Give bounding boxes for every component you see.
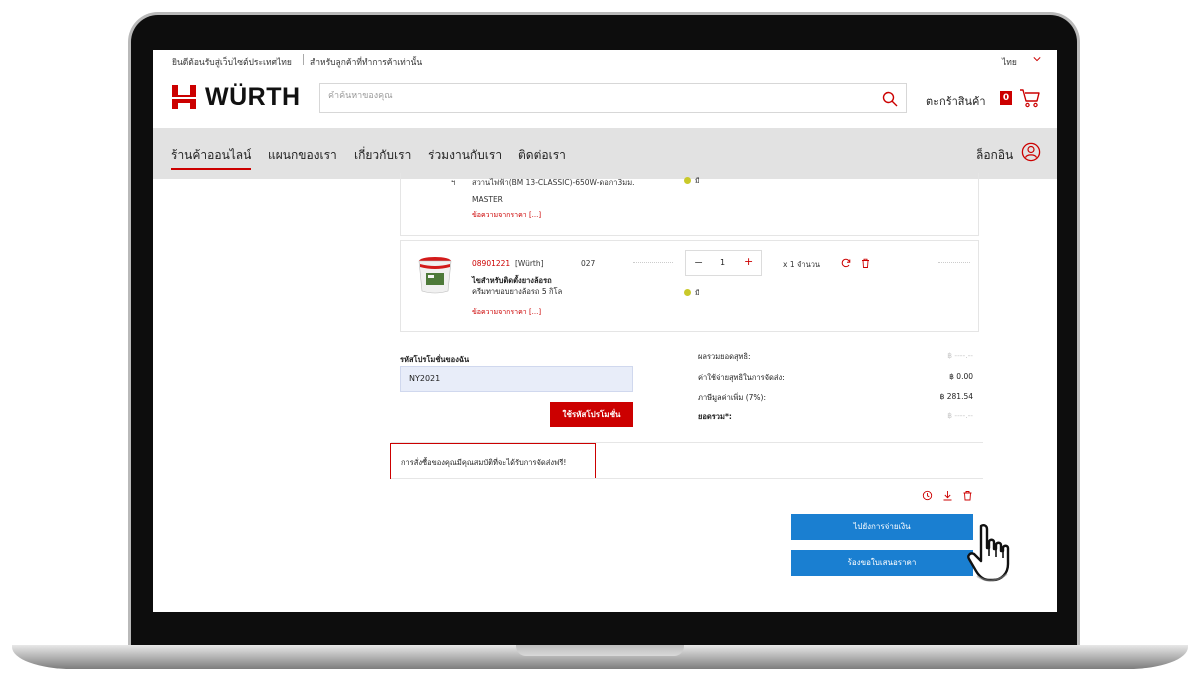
placeholder-dashes bbox=[938, 262, 970, 263]
summary-net-label: ผลรวมยอดสุทธิ: bbox=[698, 352, 751, 361]
download-icon[interactable] bbox=[942, 490, 953, 501]
availability-label: มี bbox=[695, 177, 700, 185]
cart-icon[interactable] bbox=[1019, 88, 1041, 108]
decrease-quantity-button[interactable]: − bbox=[694, 256, 703, 269]
summary-total-label: ยอดรวม*: bbox=[698, 412, 732, 421]
cart-item: ฯ สวานไฟฟ้า(BM 13-CLASSIC)-650W-ดอกา3มม.… bbox=[400, 173, 979, 236]
availability-dot bbox=[684, 177, 691, 184]
wurth-logo-icon bbox=[172, 85, 196, 109]
logo-text: WÜRTH bbox=[205, 82, 301, 111]
history-icon[interactable] bbox=[922, 490, 933, 501]
nav-item-careers[interactable]: ร่วมงานกับเรา bbox=[428, 146, 502, 165]
wurth-logo[interactable]: WÜRTH bbox=[171, 82, 301, 111]
article-number-link[interactable]: 08901221 bbox=[472, 259, 510, 268]
availability-dot bbox=[684, 289, 691, 296]
divider bbox=[391, 478, 983, 479]
nav-item-departments[interactable]: แผนกของเรา bbox=[268, 146, 337, 165]
item-code: 027 bbox=[581, 259, 596, 268]
summary-net-value: ฿ ----.-- bbox=[947, 351, 973, 360]
laptop-notch bbox=[516, 645, 684, 656]
promo-code-label: รหัสโปรโมชั่นของฉัน bbox=[400, 355, 470, 364]
promo-code-input[interactable] bbox=[409, 374, 619, 383]
item-description: สวานไฟฟ้า(BM 13-CLASSIC)-650W-ดอกา3มม. bbox=[472, 178, 635, 187]
promo-code-field[interactable] bbox=[400, 366, 633, 392]
trash-icon[interactable] bbox=[962, 490, 973, 501]
stage: ยินดีต้อนรับสู่เว็บไซต์ประเทศไทย สำหรับล… bbox=[0, 0, 1200, 695]
search-input[interactable] bbox=[328, 91, 868, 101]
refresh-icon[interactable] bbox=[841, 258, 851, 268]
summary-total-value: ฿ ----.-- bbox=[947, 411, 973, 420]
item-brand: [Würth] bbox=[515, 259, 544, 268]
nav-item-about[interactable]: เกี่ยวกับเรา bbox=[354, 146, 411, 165]
quantity-value[interactable]: 1 bbox=[720, 258, 725, 267]
customers-only-text: สำหรับลูกค้าที่ทำการค้าเท่านั้น bbox=[310, 58, 423, 68]
checkout-button[interactable]: ไปยังการจ่ายเงิน bbox=[791, 514, 973, 540]
cart-count-badge: 0 bbox=[1000, 91, 1012, 105]
free-shipping-notice: การสั่งซื้อของคุณมีคุณสมบัติที่จะได้รับก… bbox=[390, 443, 596, 479]
availability-label: มี bbox=[695, 289, 700, 297]
hand-cursor-icon bbox=[967, 524, 1010, 582]
nav-item-online-shop[interactable]: ร้านค้าออนไลน์ bbox=[171, 146, 252, 170]
request-quote-button[interactable]: ร้องขอใบเสนอราคา bbox=[791, 550, 973, 576]
nav-item-contact[interactable]: ติดต่อเรา bbox=[518, 146, 566, 165]
top-bar: ยินดีต้อนรับสู่เว็บไซต์ประเทศไทย สำหรับล… bbox=[153, 50, 1057, 70]
welcome-text: ยินดีต้อนรับสู่เว็บไซต์ประเทศไทย bbox=[172, 58, 292, 68]
search-icon[interactable] bbox=[882, 91, 898, 107]
increase-quantity-button[interactable]: + bbox=[744, 255, 753, 268]
topbar-separator bbox=[303, 54, 304, 65]
item-more-link[interactable]: ข้อความจากราคา [...] bbox=[472, 307, 541, 318]
quantity-stepper[interactable]: − 1 + bbox=[685, 250, 762, 276]
apply-promo-button[interactable]: ใช้รหัสโปรโมชั่น bbox=[550, 402, 633, 427]
item-more-link[interactable]: ข้อความจากราคา [...] bbox=[472, 210, 541, 221]
summary-shipping-label: ค่าใช้จ่ายสุทธิในการจัดส่ง: bbox=[698, 373, 785, 382]
browser-screen: ยินดีต้อนรับสู่เว็บไซต์ประเทศไทย สำหรับล… bbox=[153, 50, 1057, 612]
login-link[interactable]: ล็อกอิน bbox=[976, 146, 1013, 165]
item-unit: x 1 จำนวน bbox=[783, 260, 821, 269]
chevron-down-icon[interactable] bbox=[1033, 55, 1041, 63]
cart-label[interactable]: ตะกร้าสินค้า bbox=[926, 92, 986, 110]
search-box[interactable] bbox=[319, 83, 907, 113]
summary-shipping-value: ฿ 0.00 bbox=[949, 372, 973, 381]
summary-vat-value: ฿ 281.54 bbox=[939, 392, 973, 401]
item-name-line2: ครีมทาขอบยางล้อรถ 5 กิโล bbox=[472, 287, 563, 296]
product-bucket-image[interactable] bbox=[417, 255, 453, 295]
placeholder-dashes bbox=[633, 262, 673, 263]
language-selector[interactable]: ไทย bbox=[1002, 55, 1017, 69]
trash-icon[interactable] bbox=[861, 258, 870, 268]
summary-vat-label: ภาษีมูลค่าเพิ่ม (7%): bbox=[698, 393, 766, 402]
main-nav: ร้านค้าออนไลน์ แผนกของเรา เกี่ยวกับเรา ร… bbox=[153, 128, 1057, 179]
item-variant: MASTER bbox=[472, 195, 503, 204]
cart-item: 08901221 [Würth] 027 ไขสำหรับติดตั้งยางล… bbox=[400, 240, 979, 332]
user-icon[interactable] bbox=[1021, 142, 1041, 162]
item-number: ฯ bbox=[451, 178, 456, 187]
